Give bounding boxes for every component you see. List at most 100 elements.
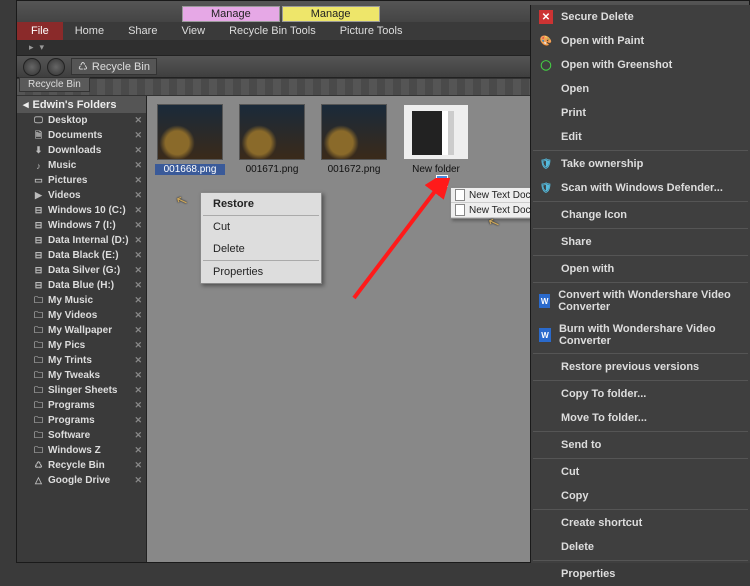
ctx-item[interactable]: Cut <box>531 460 750 484</box>
menu-home[interactable]: Home <box>63 22 116 40</box>
ctx-delete[interactable]: Delete <box>201 238 321 260</box>
ctx-item[interactable]: Copy To folder... <box>531 382 750 406</box>
ctx-properties[interactable]: Properties <box>201 261 321 283</box>
pin-icon[interactable]: ✕ <box>134 175 142 186</box>
sidebar-item[interactable]: ♪Music✕ <box>17 158 146 173</box>
menu-share[interactable]: Share <box>116 22 169 40</box>
sidebar-item[interactable]: ⊟Windows 7 (I:)✕ <box>17 218 146 233</box>
location-tab[interactable]: Recycle Bin <box>19 77 90 92</box>
file-item[interactable]: 001668.png <box>155 104 225 175</box>
ctx-item[interactable]: Print <box>531 101 750 125</box>
file-item[interactable]: 001672.png <box>319 104 389 175</box>
ctx-item[interactable]: Edit <box>531 125 750 149</box>
ctx-item[interactable]: Change Icon <box>531 203 750 227</box>
pin-icon[interactable]: ✕ <box>134 475 142 486</box>
sidebar-item[interactable]: 🗀My Wallpaper✕ <box>17 323 146 338</box>
menu-picture-tools[interactable]: Picture Tools <box>328 22 415 40</box>
pin-icon[interactable]: ✕ <box>134 130 142 141</box>
pin-icon[interactable]: ✕ <box>134 355 142 366</box>
sidebar-item[interactable]: 🗀My Tweaks✕ <box>17 368 146 383</box>
sidebar-item[interactable]: 🗀Windows Z✕ <box>17 443 146 458</box>
sidebar-item[interactable]: 🖵Desktop✕ <box>17 113 146 128</box>
pin-icon[interactable]: ✕ <box>134 310 142 321</box>
sidebar-item[interactable]: 🗀 My Pics ✕ <box>17 338 146 353</box>
manage-pill-picture[interactable]: Manage <box>282 6 380 22</box>
sidebar-item[interactable]: ⬇Downloads✕ <box>17 143 146 158</box>
sidebar-header[interactable]: ◂ Edwin's Folders <box>17 96 146 113</box>
pin-icon[interactable]: ✕ <box>134 115 142 126</box>
menu-recyclebin-tools[interactable]: Recycle Bin Tools <box>217 22 328 40</box>
folder-icon: 🗀 <box>33 340 44 351</box>
pin-icon[interactable]: ✕ <box>134 385 142 396</box>
file-label: New folder <box>401 164 471 175</box>
back-button[interactable] <box>23 58 41 76</box>
pin-icon[interactable]: ✕ <box>134 295 142 306</box>
sidebar-item[interactable]: ▭Pictures✕ <box>17 173 146 188</box>
ctx-item[interactable]: Send to <box>531 433 750 457</box>
ctx-item[interactable]: Open <box>531 77 750 101</box>
sidebar-item[interactable]: 🗀Software✕ <box>17 428 146 443</box>
pin-icon[interactable]: ✕ <box>134 370 142 381</box>
expand-icon: ◂ <box>23 98 29 111</box>
pin-icon[interactable]: ✕ <box>134 190 142 201</box>
pin-icon[interactable]: ✕ <box>134 460 142 471</box>
sidebar-item[interactable]: ⊟Windows 10 (C:)✕ <box>17 203 146 218</box>
menu-view[interactable]: View <box>169 22 217 40</box>
pin-icon[interactable]: ✕ <box>134 220 142 231</box>
sidebar-item[interactable]: ⊟Data Blue (H:)✕ <box>17 278 146 293</box>
sidebar-item[interactable]: 🗀Slinger Sheets✕ <box>17 383 146 398</box>
ctx-restore[interactable]: Restore <box>201 193 321 215</box>
ctx-item[interactable]: Move To folder... <box>531 406 750 430</box>
pin-icon[interactable]: ✕ <box>134 145 142 156</box>
ctx-cut[interactable]: Cut <box>201 216 321 238</box>
ctx-item[interactable]: WBurn with Wondershare Video Converter <box>531 318 750 352</box>
pin-icon[interactable]: ✕ <box>134 235 142 246</box>
menu-icon-spacer <box>539 489 553 503</box>
sidebar-item[interactable]: ▶Videos✕ <box>17 188 146 203</box>
file-item[interactable]: 001671.png <box>237 104 307 175</box>
sidebar-item[interactable]: 🗀Programs✕ <box>17 413 146 428</box>
manage-pill-recyclebin[interactable]: Manage <box>182 6 280 22</box>
ctx-item[interactable]: 🛡Take ownership <box>531 152 750 176</box>
sidebar-item[interactable]: 🗀My Music✕ <box>17 293 146 308</box>
pin-icon[interactable]: ✕ <box>134 445 142 456</box>
pin-icon[interactable]: ✕ <box>134 400 142 411</box>
file-item[interactable]: New folder <box>401 104 471 175</box>
sidebar-item[interactable]: 🗎Documents✕ <box>17 128 146 143</box>
sidebar-item[interactable]: 🗀My Videos✕ <box>17 308 146 323</box>
pin-icon[interactable]: ✕ <box>134 430 142 441</box>
sidebar-item-label: My Pics <box>48 340 85 351</box>
ctx-item[interactable]: Restore previous versions <box>531 355 750 379</box>
ctx-item[interactable]: ◯Open with Greenshot <box>531 53 750 77</box>
sidebar-item[interactable]: ♺Recycle Bin✕ <box>17 458 146 473</box>
sidebar-item[interactable]: 🗀Programs✕ <box>17 398 146 413</box>
sidebar-item[interactable]: ⊟Data Black (E:)✕ <box>17 248 146 263</box>
pin-icon[interactable]: ✕ <box>134 205 142 216</box>
ctx-item[interactable]: 🎨Open with Paint <box>531 29 750 53</box>
ctx-item[interactable]: WConvert with Wondershare Video Converte… <box>531 284 750 318</box>
ctx-item[interactable]: Share <box>531 230 750 254</box>
pin-icon[interactable]: ✕ <box>134 280 142 291</box>
ctx-item[interactable]: Properties <box>531 562 750 586</box>
nav-dropdown-icon[interactable]: ▾ <box>40 42 45 53</box>
sidebar-item[interactable]: 🗀My Trints✕ <box>17 353 146 368</box>
sidebar-item[interactable]: ⊟Data Internal (D:)✕ <box>17 233 146 248</box>
pin-icon[interactable]: ✕ <box>134 340 142 351</box>
pin-icon[interactable]: ✕ <box>134 415 142 426</box>
forward-button[interactable] <box>47 58 65 76</box>
ctx-item[interactable]: Copy <box>531 484 750 508</box>
nav-play-icon[interactable]: ▸ <box>29 42 34 53</box>
sidebar-item[interactable]: ⊟Data Silver (G:)✕ <box>17 263 146 278</box>
pin-icon[interactable]: ✕ <box>134 325 142 336</box>
ctx-item[interactable]: 🛡Scan with Windows Defender... <box>531 176 750 200</box>
ctx-item[interactable]: Create shortcut <box>531 511 750 535</box>
pin-icon[interactable]: ✕ <box>134 265 142 276</box>
sidebar-item[interactable]: △Google Drive✕ <box>17 473 146 488</box>
pin-icon[interactable]: ✕ <box>134 250 142 261</box>
pin-icon[interactable]: ✕ <box>134 160 142 171</box>
ctx-item[interactable]: Open with <box>531 257 750 281</box>
menu-file[interactable]: File <box>17 22 63 40</box>
ctx-item[interactable]: ✕Secure Delete <box>531 5 750 29</box>
address-field[interactable]: ♺ Recycle Bin <box>71 58 157 75</box>
ctx-item[interactable]: Delete <box>531 535 750 559</box>
